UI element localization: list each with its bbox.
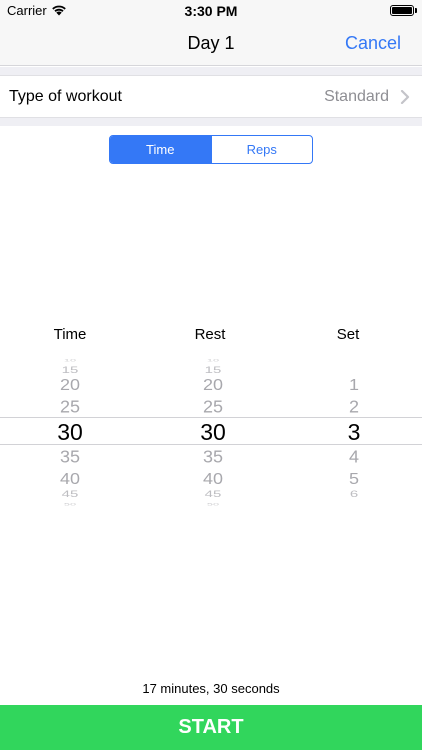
mode-segmented-control[interactable]: Time Reps (109, 135, 313, 164)
segment-time[interactable]: Time (110, 136, 211, 163)
time-picker-selected[interactable]: 30 (0, 420, 140, 444)
set-picker-option[interactable]: 2 (284, 398, 422, 415)
time-picker-option[interactable]: 50 (0, 502, 140, 506)
rest-picker-option[interactable]: 50 (143, 502, 283, 506)
rest-picker-option[interactable]: 40 (143, 471, 283, 486)
battery-icon (390, 5, 414, 16)
set-picker-option[interactable]: 6 (284, 490, 422, 499)
rest-picker-option[interactable]: 25 (143, 398, 283, 415)
time-picker-option[interactable]: 20 (0, 377, 140, 392)
set-picker-option[interactable]: 4 (284, 448, 422, 465)
time-picker-option[interactable]: 25 (0, 398, 140, 415)
picker-header-set: Set (336, 326, 360, 343)
workout-type-label: Type of workout (9, 88, 122, 105)
navigation-bar: Day 1 Cancel (0, 22, 422, 66)
section-separator (0, 67, 422, 75)
rest-picker-option[interactable]: 35 (143, 448, 283, 465)
time-picker-option[interactable]: 45 (0, 490, 140, 499)
time-picker-option[interactable]: 35 (0, 448, 140, 465)
picker-header-time: Time (53, 326, 87, 343)
status-time: 3:30 PM (184, 3, 238, 19)
rest-picker-option[interactable]: 15 (143, 366, 283, 375)
status-bar: Carrier 3:30 PM (0, 0, 422, 22)
rest-picker-selected[interactable]: 30 (143, 420, 283, 444)
rest-picker-option[interactable]: 45 (143, 490, 283, 499)
set-picker-selected[interactable]: 3 (284, 420, 422, 444)
picker-header-rest: Rest (194, 326, 226, 343)
time-picker-option[interactable]: 15 (0, 366, 140, 375)
segment-reps[interactable]: Reps (210, 136, 313, 163)
time-picker-option[interactable]: 40 (0, 471, 140, 486)
duration-summary: 17 minutes, 30 seconds (142, 681, 280, 696)
time-picker-option[interactable]: 10 (0, 358, 140, 362)
set-picker-option[interactable]: 5 (284, 471, 422, 486)
workout-type-value: Standard (324, 88, 389, 105)
battery-tip (415, 8, 417, 13)
rest-picker-option[interactable]: 10 (143, 358, 283, 362)
rest-picker-option[interactable]: 20 (143, 377, 283, 392)
cancel-button[interactable]: Cancel (345, 33, 401, 54)
workout-type-row[interactable]: Type of workout Standard (0, 75, 422, 118)
section-separator (0, 118, 422, 126)
start-button[interactable]: START (0, 705, 422, 750)
rest-picker-wheel[interactable]: 10 15 20 25 30 35 40 45 50 (143, 352, 283, 512)
chevron-right-icon (400, 90, 410, 104)
time-picker-wheel[interactable]: 10 15 20 25 30 35 40 45 50 (0, 352, 140, 512)
set-picker-option[interactable]: 1 (284, 377, 422, 392)
set-picker-wheel[interactable]: 1 2 3 4 5 6 (284, 352, 422, 512)
